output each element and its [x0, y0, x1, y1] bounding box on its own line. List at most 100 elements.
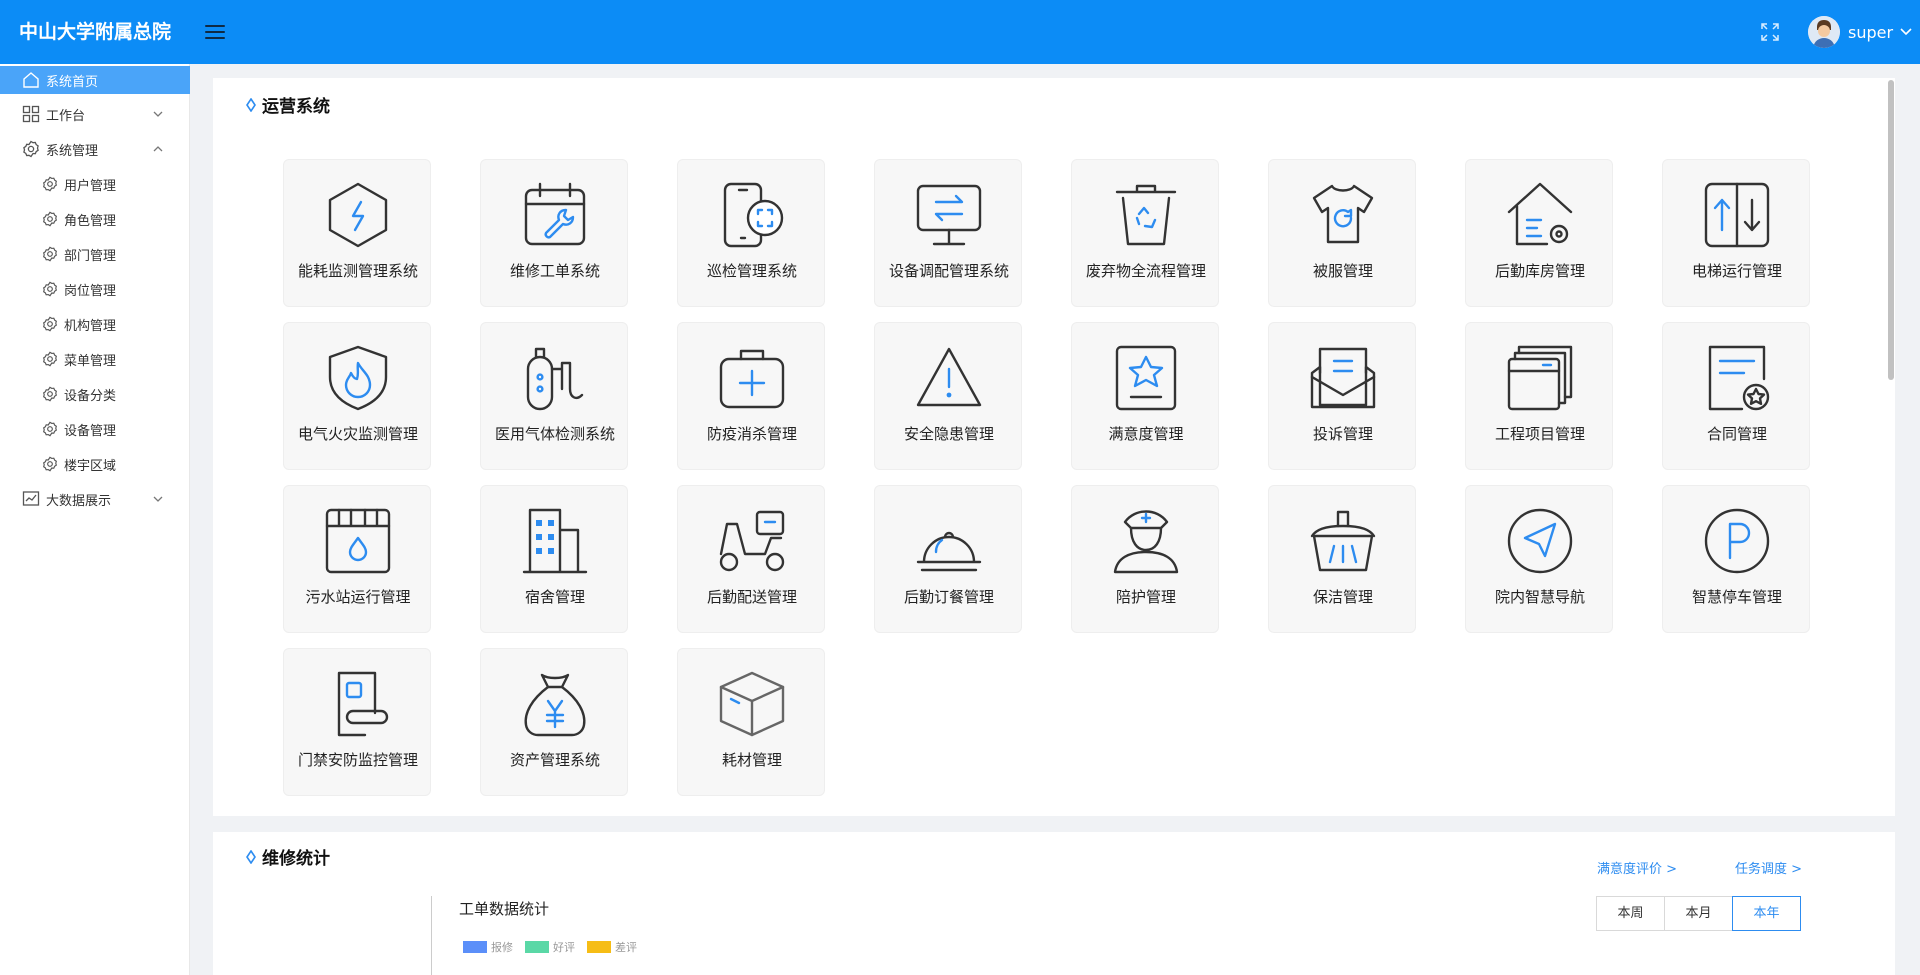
tile-label: 后勤库房管理	[1494, 262, 1585, 280]
monitor-transfer-icon	[916, 184, 982, 246]
tile-contracts[interactable]: 合同管理	[1662, 322, 1810, 470]
sidebar-item-system[interactable]: 系统管理	[0, 135, 190, 163]
legend-item-repair: 报修	[463, 939, 513, 955]
parking-icon	[1704, 508, 1770, 574]
complaint-mail-icon	[1310, 347, 1376, 409]
chevron-down-icon	[153, 111, 163, 117]
home-icon	[23, 72, 39, 88]
tile-smart-parking[interactable]: 智慧停车管理	[1662, 485, 1810, 633]
scrollbar[interactable]	[1888, 80, 1894, 380]
tile-consumables[interactable]: 耗材管理	[677, 648, 825, 796]
tile-access-control[interactable]: 门禁安防监控管理	[283, 648, 431, 796]
tile-satisfaction[interactable]: 满意度管理	[1071, 322, 1219, 470]
tile-label: 保洁管理	[1312, 588, 1373, 606]
tile-dormitory[interactable]: 宿舍管理	[480, 485, 628, 633]
tile-label: 设备调配管理系统	[888, 262, 1009, 280]
delivery-scooter-icon	[719, 510, 785, 572]
tile-energy-monitoring[interactable]: 能耗监测管理系统	[283, 159, 431, 307]
tile-logistics-delivery[interactable]: 后勤配送管理	[677, 485, 825, 633]
tile-electrical-fire[interactable]: 电气火灾监测管理	[283, 322, 431, 470]
sidebar-item-label: 用户管理	[64, 178, 117, 194]
chart-icon	[22, 491, 40, 506]
tile-safety-hazards[interactable]: 安全隐患管理	[874, 322, 1022, 470]
tile-cleaning[interactable]: 保洁管理	[1268, 485, 1416, 633]
section-title-text: 维修统计	[262, 849, 330, 869]
gear-icon	[23, 140, 39, 158]
sidebar-item-big-data[interactable]: 大数据展示	[0, 485, 190, 513]
sidebar-item-device-categories[interactable]: 设备分类	[0, 380, 190, 408]
tile-elevator[interactable]: 电梯运行管理	[1662, 159, 1810, 307]
tile-label: 宿舍管理	[524, 588, 585, 606]
first-aid-kit-icon	[719, 349, 785, 409]
task-dispatch-link[interactable]: 任务调度 >	[1735, 858, 1802, 877]
sidebar-item-building-areas[interactable]: 楼宇区域	[0, 450, 190, 478]
sidebar-item-users[interactable]: 用户管理	[0, 170, 190, 198]
tile-label: 资产管理系统	[509, 751, 600, 769]
tile-disinfection[interactable]: 防疫消杀管理	[677, 322, 825, 470]
tile-waste-management[interactable]: 废弃物全流程管理	[1071, 159, 1219, 307]
period-week-button[interactable]: 本周	[1596, 896, 1665, 931]
sidebar-item-label: 系统首页	[46, 74, 99, 90]
chart-legend: 报修 好评 差评	[463, 939, 649, 955]
tile-label: 维修工单系统	[509, 262, 600, 280]
sidebar-item-roles[interactable]: 角色管理	[0, 205, 190, 233]
divider	[431, 896, 432, 975]
chevron-down-icon	[153, 496, 163, 502]
tile-label: 巡检管理系统	[706, 262, 797, 280]
tile-label: 合同管理	[1706, 425, 1767, 443]
tile-warehouse[interactable]: 后勤库房管理	[1465, 159, 1613, 307]
top-header: 中山大学附属总院 super	[0, 0, 1920, 64]
sidebar-item-label: 菜单管理	[64, 353, 117, 369]
tile-complaints[interactable]: 投诉管理	[1268, 322, 1416, 470]
sidebar-item-organizations[interactable]: 机构管理	[0, 310, 190, 338]
sidebar-item-workbench[interactable]: 工作台	[0, 100, 190, 128]
operations-title: 运营系统	[246, 92, 330, 117]
sidebar-item-departments[interactable]: 部门管理	[0, 240, 190, 268]
tile-label: 工程项目管理	[1494, 425, 1585, 443]
sidebar-item-home[interactable]: 系统首页	[0, 66, 190, 94]
fullscreen-icon[interactable]	[1760, 22, 1780, 42]
tile-sewage-station[interactable]: 污水站运行管理	[283, 485, 431, 633]
tile-asset-management[interactable]: 资产管理系统	[480, 648, 628, 796]
tile-meal-ordering[interactable]: 后勤订餐管理	[874, 485, 1022, 633]
diamond-icon	[246, 97, 256, 112]
sidebar: 系统首页 工作台 系统管理 用户管理 角色管理 部门管理 岗位管理 机构管理 菜…	[0, 64, 190, 975]
tile-label: 防疫消杀管理	[706, 425, 797, 443]
tile-medical-gas[interactable]: 医用气体检测系统	[480, 322, 628, 470]
sewage-icon	[325, 508, 391, 574]
door-lock-icon	[337, 671, 389, 737]
sidebar-item-menus[interactable]: 菜单管理	[0, 345, 190, 373]
sidebar-item-label: 部门管理	[64, 248, 117, 264]
username: super	[1848, 22, 1894, 42]
hamburger-menu-icon[interactable]	[203, 20, 227, 44]
legend-item-negative: 差评	[587, 939, 637, 955]
navigation-icon	[1507, 508, 1573, 574]
tile-label: 医用气体检测系统	[494, 425, 615, 443]
sidebar-item-label: 工作台	[46, 108, 86, 124]
tile-label: 安全隐患管理	[903, 425, 994, 443]
period-month-button[interactable]: 本月	[1664, 896, 1733, 931]
tile-label: 电气火灾监测管理	[297, 425, 418, 443]
tile-indoor-navigation[interactable]: 院内智慧导航	[1465, 485, 1613, 633]
tile-engineering-projects[interactable]: 工程项目管理	[1465, 322, 1613, 470]
operations-panel: 运营系统 能耗监测管理系统 维修工单系统 巡检管理系统 设备调配管理系统 废弃物…	[213, 78, 1895, 816]
sidebar-item-positions[interactable]: 岗位管理	[0, 275, 190, 303]
satisfaction-link[interactable]: 满意度评价 >	[1597, 858, 1677, 877]
app-title: 中山大学附属总院	[18, 21, 171, 43]
sidebar-item-label: 系统管理	[46, 143, 99, 159]
sidebar-item-label: 楼宇区域	[64, 458, 117, 474]
tile-label: 能耗监测管理系统	[297, 262, 418, 280]
tile-device-dispatch[interactable]: 设备调配管理系统	[874, 159, 1022, 307]
period-year-button[interactable]: 本年	[1732, 896, 1801, 931]
tile-escort-care[interactable]: 陪护管理	[1071, 485, 1219, 633]
tile-label: 满意度管理	[1108, 425, 1184, 443]
tile-inspection[interactable]: 巡检管理系统	[677, 159, 825, 307]
tile-label: 污水站运行管理	[305, 588, 411, 606]
tile-linen[interactable]: 被服管理	[1268, 159, 1416, 307]
sidebar-item-devices[interactable]: 设备管理	[0, 415, 190, 443]
user-menu[interactable]: super	[1808, 16, 1913, 48]
avatar	[1808, 16, 1840, 48]
tile-repair-orders[interactable]: 维修工单系统	[480, 159, 628, 307]
period-selector: 本周 本月 本年	[1596, 896, 1801, 931]
chevron-up-icon	[153, 146, 163, 152]
